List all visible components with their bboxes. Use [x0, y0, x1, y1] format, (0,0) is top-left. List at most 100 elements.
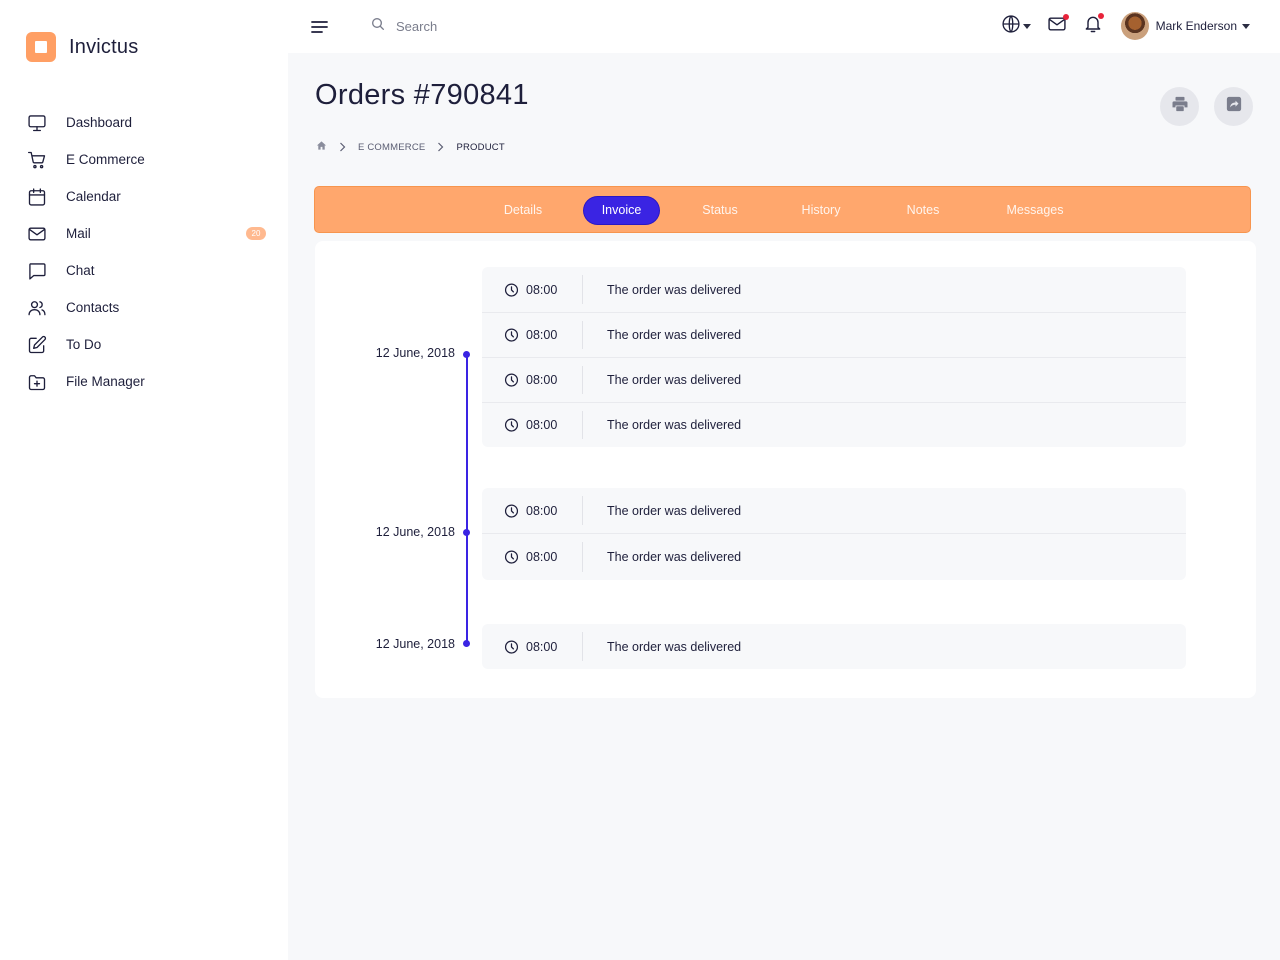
breadcrumb-product: PRODUCT [456, 141, 505, 153]
globe-icon [1001, 14, 1021, 39]
chevron-down-icon [1022, 23, 1031, 29]
timeline-group: 08:00 The order was delivered 08:00 The … [482, 267, 1186, 447]
notifications-button[interactable] [1083, 12, 1104, 39]
monitor-icon [26, 112, 48, 134]
chevron-right-icon [437, 142, 444, 152]
order-tabs: Details Invoice Status History Notes Mes… [314, 186, 1251, 233]
clock-icon [504, 282, 519, 297]
event-time: 08:00 [526, 503, 558, 518]
divider [582, 632, 583, 661]
sidebar-item-label: File Manager [66, 374, 145, 389]
sidebar-item-contacts[interactable]: Contacts [26, 289, 266, 326]
timeline-event: 08:00 The order was delivered [482, 402, 1186, 447]
print-button[interactable] [1160, 87, 1199, 126]
clock-icon [504, 639, 519, 654]
event-text: The order was delivered [607, 373, 742, 387]
sidebar-item-dashboard[interactable]: Dashboard [26, 104, 266, 141]
timeline-date: 12 June, 2018 [375, 525, 455, 539]
sidebar-item-label: Chat [66, 263, 95, 278]
calendar-icon [26, 186, 48, 208]
user-name: Mark Enderson [1155, 19, 1237, 33]
timeline-event: 08:00 The order was delivered [482, 357, 1186, 402]
divider [582, 366, 583, 394]
breadcrumb-ecommerce[interactable]: E COMMERCE [358, 142, 425, 153]
event-text: The order was delivered [607, 503, 742, 518]
sidebar-item-chat[interactable]: Chat [26, 252, 266, 289]
divider [582, 411, 583, 439]
sidebar-item-label: To Do [66, 337, 102, 352]
sidebar-item-mail[interactable]: Mail 20 [26, 215, 266, 252]
event-time: 08:00 [526, 639, 558, 654]
search-icon [370, 16, 386, 37]
logo-mark-icon [26, 32, 56, 62]
mail-icon [26, 223, 48, 245]
printer-icon [1171, 95, 1189, 118]
app-name: Invictus [69, 35, 139, 58]
divider [582, 321, 583, 349]
contacts-icon [26, 297, 48, 319]
clock-icon [504, 373, 519, 388]
sidebar-item-label: Calendar [66, 189, 121, 204]
sidebar-item-label: E Commerce [66, 152, 145, 167]
mail-notification-button[interactable] [1047, 13, 1069, 39]
share-icon [1225, 95, 1243, 118]
sidebar-item-label: Contacts [66, 300, 120, 315]
clock-icon [504, 550, 519, 565]
sidebar: Invictus Dashboard E Commerce Calendar M… [0, 0, 288, 960]
tab-notes[interactable]: Notes [893, 197, 953, 224]
language-selector[interactable] [1001, 14, 1031, 39]
clock-icon [504, 328, 519, 343]
timeline-dot [463, 640, 470, 647]
tab-details[interactable]: Details [493, 197, 553, 224]
tab-invoice[interactable]: Invoice [584, 197, 659, 224]
topbar-actions: Mark Enderson [1001, 12, 1250, 40]
event-text: The order was delivered [607, 418, 742, 432]
search-input[interactable] [396, 19, 596, 34]
timeline-event: 08:00 The order was delivered [482, 267, 1186, 312]
chevron-down-icon [1242, 23, 1250, 29]
timeline-date: 12 June, 2018 [375, 346, 455, 360]
mail-count-badge: 20 [246, 227, 266, 240]
event-text: The order was delivered [607, 639, 742, 654]
event-text: The order was delivered [607, 328, 742, 342]
sidebar-nav: Dashboard E Commerce Calendar Mail 20 Ch… [26, 104, 266, 400]
chevron-right-icon [339, 142, 346, 152]
unread-dot [1062, 13, 1069, 20]
divider [582, 496, 583, 525]
share-button[interactable] [1214, 87, 1253, 126]
breadcrumb: E COMMERCE PRODUCT [316, 140, 505, 154]
sidebar-item-label: Dashboard [66, 115, 133, 130]
clock-icon [504, 503, 519, 518]
menu-toggle-icon[interactable] [311, 19, 329, 35]
avatar [1120, 12, 1149, 40]
sidebar-item-file-manager[interactable]: File Manager [26, 363, 266, 400]
chat-icon [26, 260, 48, 282]
timeline-date: 12 June, 2018 [375, 637, 455, 651]
sidebar-item-todo[interactable]: To Do [26, 326, 266, 363]
sidebar-item-ecommerce[interactable]: E Commerce [26, 141, 266, 178]
folder-plus-icon [26, 371, 48, 393]
event-text: The order was delivered [607, 550, 742, 564]
user-menu[interactable]: Mark Enderson [1119, 12, 1250, 40]
tab-status[interactable]: Status [690, 197, 750, 224]
home-icon[interactable] [316, 140, 327, 154]
timeline-group: 08:00 The order was delivered [482, 624, 1186, 669]
divider [582, 542, 583, 572]
timeline-event: 08:00 The order was delivered [482, 624, 1186, 669]
sidebar-item-label: Mail [66, 226, 91, 241]
order-timeline-card: 12 June, 2018 12 June, 2018 12 June, 201… [315, 241, 1256, 698]
tab-messages[interactable]: Messages [999, 197, 1071, 224]
unread-dot [1097, 12, 1104, 19]
timeline-group: 08:00 The order was delivered 08:00 The … [482, 488, 1186, 580]
app-logo[interactable]: Invictus [26, 32, 138, 62]
edit-icon [26, 334, 48, 356]
sidebar-item-calendar[interactable]: Calendar [26, 178, 266, 215]
tab-history[interactable]: History [791, 197, 851, 224]
event-text: The order was delivered [607, 282, 742, 297]
event-time: 08:00 [526, 328, 558, 342]
timeline-event: 08:00 The order was delivered [482, 488, 1186, 533]
clock-icon [504, 418, 519, 433]
event-time: 08:00 [526, 418, 558, 432]
topbar: Mark Enderson [288, 0, 1280, 53]
event-time: 08:00 [526, 282, 558, 297]
